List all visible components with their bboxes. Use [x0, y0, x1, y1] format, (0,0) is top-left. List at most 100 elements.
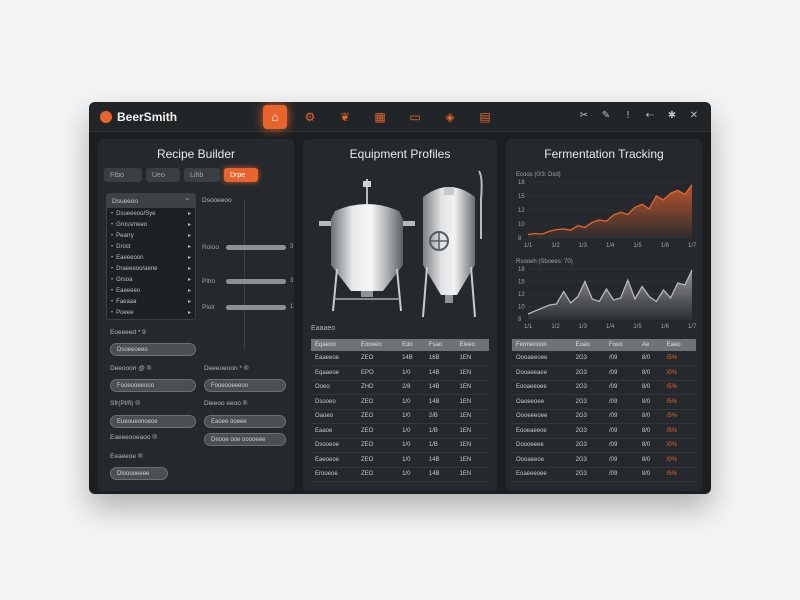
x-tick-label: 1/3: [579, 324, 588, 330]
y-tick-label: 8: [518, 236, 522, 242]
list-item[interactable]: • Grsoa ▸: [107, 274, 195, 285]
column-header[interactable]: Eqaeoo: [311, 339, 357, 351]
field-input[interactable]: Deooe ooe ooooeee: [204, 433, 286, 446]
table-cell: 2G3: [571, 452, 605, 468]
table-cell: /09: [605, 394, 638, 410]
table-row[interactable]: Dooaeeaee 2G3/09 8/0/0%: [512, 365, 696, 381]
column-header[interactable]: Edo: [398, 339, 425, 351]
chevron-right-icon: ▸: [187, 211, 191, 217]
top-bar: BeerSmith ⌂ ⚙ ❦ ▦ ▭ ◈ ▤ ✂ ✎ ! ⇠ ✱ ✕: [89, 102, 711, 132]
brand[interactable]: BeerSmith: [100, 110, 177, 124]
y-tick-label: 18: [518, 180, 525, 186]
recipe-tab-4[interactable]: Drpe: [224, 168, 258, 182]
column-header[interactable]: Ae: [637, 339, 663, 351]
inventory-icon[interactable]: ▭: [403, 105, 427, 129]
table-cell: ZEO: [356, 409, 399, 424]
table-row[interactable]: Oooaeeoee 2G3/09 8/0/5%: [512, 351, 696, 366]
field-input[interactable]: Fooeooeeeoo: [204, 379, 286, 392]
slider-label: Plolr: [202, 304, 216, 311]
table-row[interactable]: Eaaoe ZEO 1/0 1/B 1EN: [311, 423, 489, 439]
table-row[interactable]: Eooaeeoee 2G3/09 8/0/5%: [512, 380, 696, 395]
share-icon[interactable]: ⇠: [645, 110, 655, 121]
table-cell: Oooaeeoee: [512, 351, 572, 366]
edit-icon[interactable]: ✎: [601, 110, 611, 121]
list-item[interactable]: • Poeee ▸: [107, 307, 195, 318]
list-item[interactable]: • Faeaaa ▸: [107, 296, 195, 307]
recipe-tab-2[interactable]: Ueo: [146, 168, 180, 182]
close-icon[interactable]: ✕: [689, 110, 699, 121]
recipe-tab-3[interactable]: Lihb: [184, 168, 220, 182]
table-row[interactable]: Dsooeo ZEO 1/0 14B 1EN: [311, 394, 489, 410]
table-cell: 1EN: [455, 351, 489, 366]
slider-value: 3: [290, 244, 294, 250]
column-header[interactable]: Eaeo: [662, 339, 696, 351]
list-item[interactable]: • Drost ▸: [107, 241, 195, 252]
table-row[interactable]: Eooeaeeoe 2G3/09 8/0/5%: [512, 423, 696, 439]
field-label: Eeaeeoe ®: [110, 453, 143, 460]
alert-icon[interactable]: !: [623, 110, 633, 121]
table-row[interactable]: Oaoeo ZEO 1/0 2/B 1EN: [311, 409, 489, 424]
table-cell: 8/0: [637, 452, 663, 468]
field-input[interactable]: Eaoee ooeee: [204, 415, 286, 428]
field-input[interactable]: Eueoueonoeoe: [110, 415, 196, 428]
chevron-right-icon: ▸: [187, 310, 191, 316]
list-item[interactable]: • Draeeeoo/aene ▸: [107, 263, 195, 274]
table-cell: Doooeeee: [512, 438, 572, 453]
list-item[interactable]: • Grossmeeo ▸: [107, 219, 195, 230]
table-row[interactable]: Eqaaeoe EPO 1/0 14B 1EN: [311, 365, 489, 381]
gear-icon[interactable]: ⚙: [298, 105, 322, 129]
column-header[interactable]: Fermenoon: [512, 339, 572, 351]
recipe-tab-1[interactable]: Ftbo: [104, 168, 142, 182]
slider-1[interactable]: [226, 245, 286, 250]
hop-icon[interactable]: ❦: [333, 105, 357, 129]
table-row[interactable]: Ooeo ZHO 2/8 14B 1EN: [311, 380, 489, 395]
slider-2[interactable]: [226, 279, 286, 284]
slider-label: Roloo: [202, 244, 219, 251]
table-cell: 1EN: [455, 467, 489, 482]
settings-icon[interactable]: ✱: [667, 110, 677, 121]
list-item-label: • Pearry: [111, 232, 134, 239]
calculator-icon[interactable]: ▤: [473, 105, 497, 129]
field-label: Dieeoo eeoo ®: [204, 400, 248, 407]
table-row[interactable]: Erooeoe ZEO 1/0 14B 1EN: [311, 467, 489, 482]
y-tick-label: 12: [518, 292, 525, 298]
slider-3[interactable]: [226, 305, 286, 310]
list-item-text: Eaeeeeo: [116, 287, 141, 294]
column-header[interactable]: Eooeeo: [356, 339, 399, 351]
column-header[interactable]: Fouo: [605, 339, 638, 351]
list-item-text: Draeeeoo/aene: [116, 265, 158, 272]
table-row[interactable]: Oooeeeoee 2G3/09 8/0/5%: [512, 409, 696, 424]
list-item-text: Pearry: [116, 232, 134, 239]
list-item-label: • Faeaaa: [111, 298, 137, 305]
check-icon[interactable]: ◈: [438, 105, 462, 129]
list-item[interactable]: • Eaeeeoon ▸: [107, 252, 195, 263]
table-cell: 1EN: [455, 438, 489, 453]
table-row[interactable]: Oaoeeoee 2G3/09 8/0/5%: [512, 394, 696, 410]
column-header[interactable]: Eleeo: [455, 339, 489, 351]
cut-icon[interactable]: ✂: [579, 110, 589, 121]
list-item[interactable]: • Dsueeeoo/Sye ▸: [107, 208, 195, 219]
equipment-title: Equipment Profiles: [349, 147, 451, 161]
list-item-label: • Eaeeeeo: [111, 287, 141, 294]
table-row[interactable]: Oooaeeoe 2G3/09 8/0/0%: [512, 452, 696, 468]
table-row[interactable]: Eaeoeoe ZEO 1/0 14B 1EN: [311, 452, 489, 468]
x-tick-label: 1/1: [524, 243, 533, 249]
table-row[interactable]: Eoaeeeoee 2G3/09 8/0/5%: [512, 467, 696, 482]
y-tick-label: 15: [518, 194, 525, 200]
table-cell: /09: [605, 438, 638, 453]
calendar-icon[interactable]: ▦: [368, 105, 392, 129]
list-item[interactable]: • Pearry ▸: [107, 230, 195, 241]
table-row[interactable]: Dsooeoe ZEO 1/0 1/B 1EN: [311, 438, 489, 453]
field-input[interactable]: Fooeooeeooo: [110, 379, 196, 392]
field-label: Eaeeeooeaoo ®: [110, 434, 158, 441]
column-header[interactable]: Eoao: [571, 339, 605, 351]
home-icon[interactable]: ⌂: [263, 105, 287, 129]
field-input[interactable]: Dlooooeeee: [110, 467, 168, 480]
table-row[interactable]: Doooeeee 2G3/09 8/0/0%: [512, 438, 696, 453]
table-row[interactable]: Eaaeeoe ZEO 14B 16B 1EN: [311, 351, 489, 366]
list-item[interactable]: • Eaeeeeo ▸: [107, 285, 195, 296]
slider-1-fill: [226, 245, 286, 250]
ingredient-list-header[interactable]: Dsueeoo ⌃: [107, 194, 195, 208]
field-input[interactable]: Dsoeeoeeo: [110, 343, 196, 356]
column-header[interactable]: Fsao: [424, 339, 456, 351]
